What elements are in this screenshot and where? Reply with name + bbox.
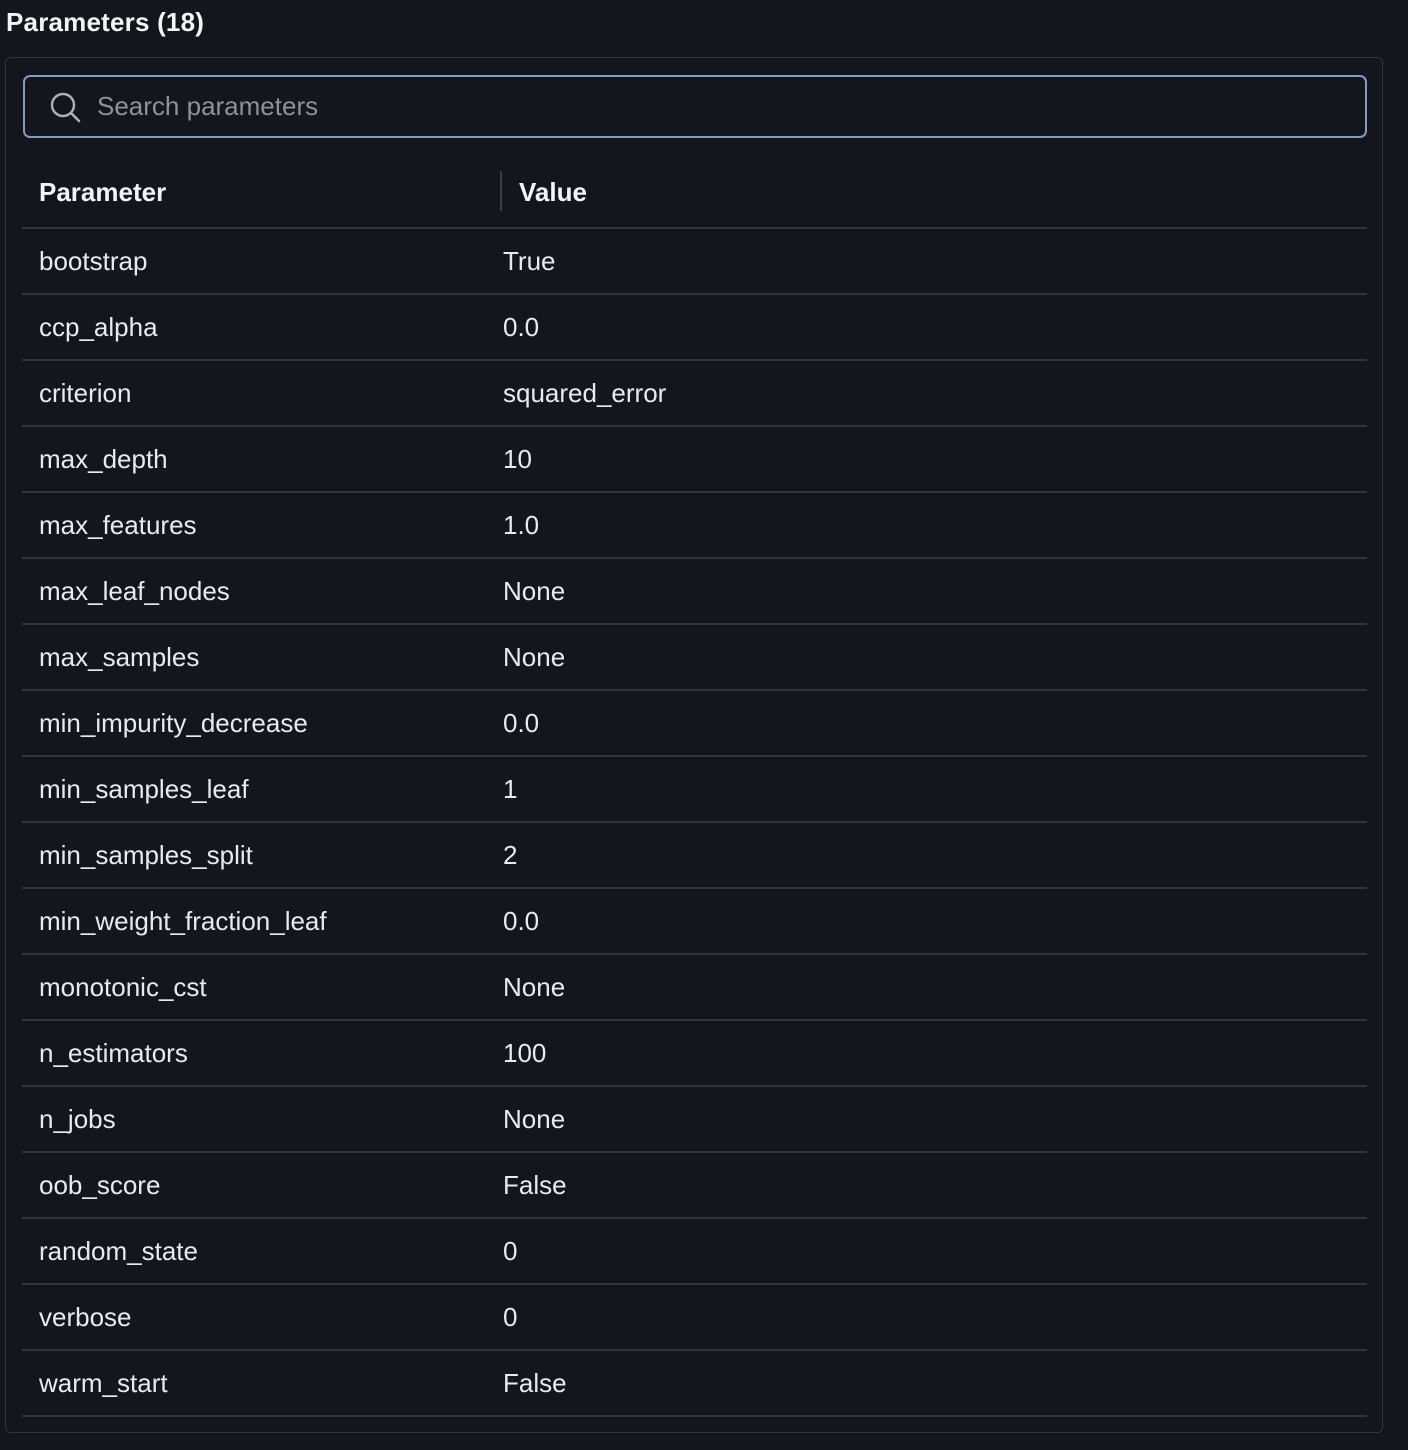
table-row: min_samples_split 2 — [22, 823, 1367, 889]
parameter-name: oob_score — [39, 1170, 161, 1200]
table-row: criterion squared_error — [22, 361, 1367, 427]
parameter-value: 1.0 — [503, 510, 540, 540]
parameter-value: True — [503, 246, 556, 276]
parameter-value: 0 — [503, 1302, 518, 1332]
table-row: min_weight_fraction_leaf 0.0 — [22, 889, 1367, 955]
parameter-name: criterion — [39, 378, 132, 408]
parameter-value: None — [503, 642, 566, 672]
parameter-name: bootstrap — [39, 246, 148, 276]
parameters-panel: Parameter Value bootstrap True ccp_alpha 0.… — [5, 57, 1383, 1433]
parameter-name: max_features — [39, 510, 197, 540]
parameter-value: None — [503, 972, 566, 1002]
parameter-value: 2 — [503, 840, 518, 870]
table-row: max_samples None — [22, 625, 1367, 691]
table-row: monotonic_cst None — [22, 955, 1367, 1021]
table-row: oob_score False — [22, 1153, 1367, 1219]
search-icon — [50, 92, 81, 123]
parameter-value: 0 — [503, 1236, 518, 1266]
search-input[interactable] — [97, 77, 1347, 136]
parameter-name: min_samples_leaf — [39, 774, 249, 804]
parameter-name: n_estimators — [39, 1038, 188, 1068]
table-row: ccp_alpha 0.0 — [22, 295, 1367, 361]
parameter-name: min_impurity_decrease — [39, 708, 308, 738]
search-box[interactable] — [23, 75, 1367, 138]
parameter-name: min_weight_fraction_leaf — [39, 906, 327, 936]
table-row: random_state 0 — [22, 1219, 1367, 1285]
table-row: max_depth 10 — [22, 427, 1367, 493]
parameter-name: monotonic_cst — [39, 972, 207, 1002]
parameter-value: 100 — [503, 1038, 547, 1068]
parameter-value: 0.0 — [503, 312, 540, 342]
parameter-name: verbose — [39, 1302, 132, 1332]
table-row: max_leaf_nodes None — [22, 559, 1367, 625]
table-row: min_impurity_decrease 0.0 — [22, 691, 1367, 757]
parameter-name: warm_start — [39, 1368, 168, 1398]
parameter-value: 10 — [503, 444, 532, 474]
table-row: min_samples_leaf 1 — [22, 757, 1367, 823]
table-row: verbose 0 — [22, 1285, 1367, 1351]
column-divider[interactable] — [500, 171, 502, 211]
parameter-name: ccp_alpha — [39, 312, 158, 342]
table-row: warm_start False — [22, 1351, 1367, 1417]
table-header: Parameter Value — [22, 171, 1367, 229]
table-body: bootstrap True ccp_alpha 0.0 criterion square… — [22, 229, 1367, 1417]
parameter-value: None — [503, 576, 566, 606]
column-header-parameter[interactable]: Parameter — [39, 171, 166, 227]
parameter-name: max_samples — [39, 642, 200, 672]
column-header-value[interactable]: Value — [519, 171, 587, 227]
parameter-value: None — [503, 1104, 566, 1134]
parameter-name: max_leaf_nodes — [39, 576, 230, 606]
table-row: n_estimators 100 — [22, 1021, 1367, 1087]
parameter-value: 0.0 — [503, 708, 540, 738]
parameter-name: random_state — [39, 1236, 198, 1266]
parameter-value: 0.0 — [503, 906, 540, 936]
section-title: Parameters (18) — [6, 7, 205, 37]
parameter-value: False — [503, 1170, 567, 1200]
parameter-name: max_depth — [39, 444, 168, 474]
table-row: max_features 1.0 — [22, 493, 1367, 559]
parameter-value: 1 — [503, 774, 518, 804]
parameter-value: False — [503, 1368, 567, 1398]
parameters-table: Parameter Value bootstrap True ccp_alpha 0.… — [22, 171, 1367, 1417]
parameter-name: min_samples_split — [39, 840, 253, 870]
parameter-name: n_jobs — [39, 1104, 116, 1134]
parameter-value: squared_error — [503, 378, 667, 408]
table-row: bootstrap True — [22, 229, 1367, 295]
table-row: n_jobs None — [22, 1087, 1367, 1153]
